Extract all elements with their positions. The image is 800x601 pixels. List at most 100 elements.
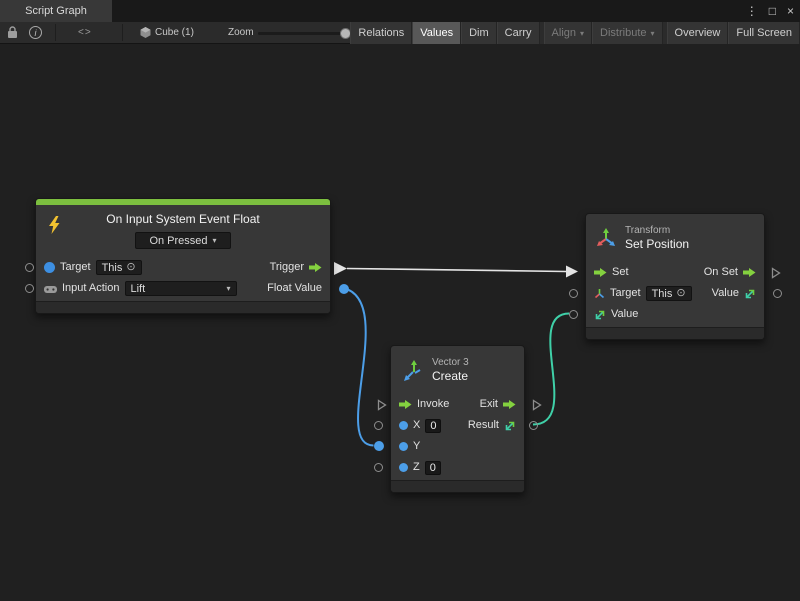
lock-icon[interactable] — [7, 22, 18, 43]
event-mode-dropdown[interactable]: On Pressed ▾ — [135, 232, 231, 249]
port-target-in[interactable] — [25, 263, 34, 272]
target-object-field[interactable]: This ⊙ — [646, 286, 692, 301]
code-view-icon[interactable]: <> — [78, 22, 92, 43]
input-action-value: Lift — [131, 283, 146, 295]
row-y: Y — [391, 436, 524, 457]
input-action-label: Input Action — [62, 283, 120, 294]
target-object-field[interactable]: This ⊙ — [96, 260, 142, 275]
port-exit-out[interactable] — [532, 399, 542, 411]
float-value-label: Float Value — [267, 283, 322, 294]
transform-icon — [596, 228, 616, 248]
vector3-node-header: Vector 3 Create — [391, 346, 524, 394]
info-icon[interactable]: i — [29, 22, 42, 43]
vector-type-icon — [744, 288, 756, 300]
flow-arrow-icon — [503, 399, 516, 410]
toolbar-button-overview[interactable]: Overview — [667, 22, 729, 44]
event-mode-value: On Pressed — [149, 235, 207, 247]
set-label: Set — [612, 267, 629, 278]
node-transform-set-position[interactable]: Transform Set Position Set On Set — [585, 213, 765, 340]
vector3-node-body: Invoke Exit X 0 Result — [391, 394, 524, 478]
toolbar-button-relations[interactable]: Relations — [350, 22, 412, 44]
float-type-icon — [399, 442, 408, 451]
graph-canvas[interactable]: On Input System Event Float On Pressed ▾… — [0, 44, 800, 601]
close-icon[interactable]: × — [787, 5, 794, 17]
menu-icon[interactable]: ⋮ — [746, 5, 758, 17]
zoom-slider-knob[interactable] — [340, 28, 351, 39]
zoom-label: Zoom — [228, 22, 254, 43]
gamepad-icon — [44, 284, 57, 294]
toolbar-button-align[interactable]: Align ▾ — [544, 22, 592, 44]
wire-floatvalue-to-y[interactable] — [343, 288, 374, 446]
port-inputaction-in[interactable] — [25, 284, 34, 293]
port-transform-target-in[interactable] — [569, 289, 578, 298]
target-type-icon — [44, 262, 55, 273]
lightning-icon — [47, 216, 61, 234]
graph-breadcrumb[interactable]: Cube (1) — [140, 22, 194, 43]
toolbar-button-values[interactable]: Values — [412, 22, 461, 44]
vector-type-icon — [504, 420, 516, 432]
target-value: This — [102, 262, 123, 274]
float-type-icon — [399, 463, 408, 472]
event-node-body: Target This ⊙ Trigger — [36, 257, 330, 299]
port-y-in[interactable] — [374, 441, 384, 451]
row-value-in: Value — [586, 304, 764, 325]
port-transform-value-in[interactable] — [569, 310, 578, 319]
port-floatvalue-out[interactable] — [339, 284, 349, 294]
row-invoke-exit: Invoke Exit — [391, 394, 524, 415]
flow-arrow-icon — [399, 399, 412, 410]
toolbar-button-fullscreen[interactable]: Full Screen — [728, 22, 800, 44]
x-input-field[interactable]: 0 — [425, 419, 441, 433]
maximize-icon[interactable]: □ — [769, 5, 776, 17]
value-in-label: Value — [611, 309, 638, 320]
node-type: Transform — [625, 224, 689, 237]
vector3-icon — [401, 359, 423, 381]
dropdown-arrow-icon: ▾ — [651, 29, 655, 38]
tab-script-graph[interactable]: Script Graph — [0, 0, 112, 22]
toolbar-button-carry[interactable]: Carry — [497, 22, 540, 44]
row-set-onset: Set On Set — [586, 262, 764, 283]
tab-label: Script Graph — [25, 5, 87, 17]
vector-type-icon — [594, 309, 606, 321]
port-x-in[interactable] — [374, 421, 383, 430]
dropdown-arrow-icon: ▾ — [226, 284, 230, 293]
transform-node-header: Transform Set Position — [586, 214, 764, 262]
node-footer — [391, 480, 524, 492]
object-picker-icon: ⊙ — [676, 288, 685, 299]
y-label: Y — [413, 441, 420, 452]
float-type-icon — [399, 421, 408, 430]
wire-trigger-to-set[interactable] — [347, 269, 566, 272]
graph-name: Cube (1) — [155, 27, 194, 38]
toolbar-button-dim[interactable]: Dim — [461, 22, 497, 44]
node-type: Vector 3 — [432, 356, 469, 369]
flow-arrow-icon — [743, 267, 756, 278]
port-invoke-in[interactable] — [377, 399, 387, 411]
node-title: On Input System Event Float — [44, 212, 322, 227]
toolbar-buttons: Relations Values Dim Carry Align ▾ Distr… — [350, 22, 800, 44]
cube-icon — [140, 27, 151, 38]
node-footer — [36, 301, 330, 313]
node-vector3-create[interactable]: Vector 3 Create Invoke Exit — [390, 345, 525, 493]
on-set-label: On Set — [704, 267, 738, 278]
zoom-slider[interactable] — [258, 32, 352, 35]
port-z-in[interactable] — [374, 463, 383, 472]
port-onset-out[interactable] — [771, 267, 781, 279]
node-on-input-system-event-float[interactable]: On Input System Event Float On Pressed ▾… — [35, 198, 331, 314]
z-label: Z — [413, 462, 420, 473]
toolbar-button-distribute[interactable]: Distribute ▾ — [592, 22, 662, 44]
dropdown-arrow-icon: ▾ — [580, 29, 584, 38]
input-action-dropdown[interactable]: Lift ▾ — [125, 281, 237, 296]
node-title: Set Position — [625, 237, 689, 252]
port-result-out[interactable] — [529, 421, 538, 430]
wire-trigger-start-arrow — [334, 262, 347, 275]
wire-trigger-end-arrow — [566, 266, 578, 278]
row-inputaction-floatvalue: Input Action Lift ▾ Float Value — [36, 278, 330, 299]
event-node-header: On Input System Event Float On Pressed ▾ — [36, 205, 330, 257]
invoke-label: Invoke — [417, 399, 449, 410]
target-label: Target — [610, 288, 641, 299]
exit-label: Exit — [480, 399, 498, 410]
row-z: Z 0 — [391, 457, 524, 478]
trigger-label: Trigger — [270, 262, 304, 273]
window-titlebar: Script Graph ⋮ □ × — [0, 0, 800, 22]
port-transform-value-out[interactable] — [773, 289, 782, 298]
z-input-field[interactable]: 0 — [425, 461, 441, 475]
